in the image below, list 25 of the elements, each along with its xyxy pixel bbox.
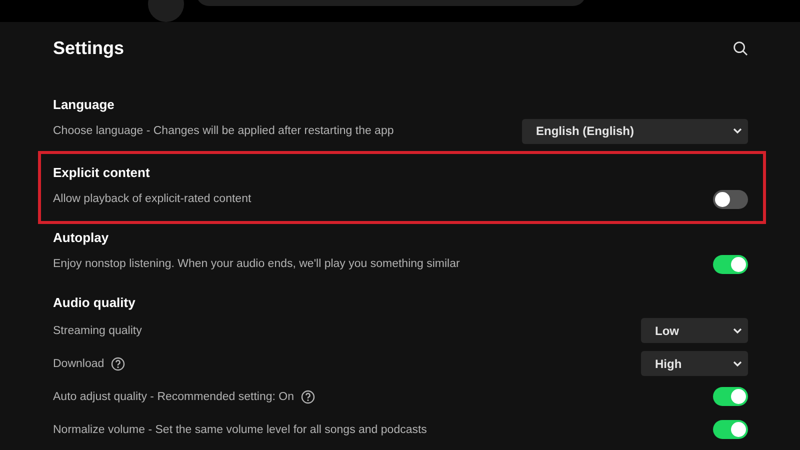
section-heading: Autoplay [53, 229, 110, 247]
page-title: Settings [53, 38, 124, 58]
setting-label: Enjoy nonstop listening. When your audio ends, we'll play you something similar [53, 258, 460, 270]
toggle-switch[interactable] [713, 254, 748, 274]
toggle-switch[interactable] [713, 190, 748, 208]
section-heading: Language [53, 96, 116, 114]
search-icon[interactable] [733, 40, 748, 56]
setting-label: Download [53, 358, 104, 370]
section-heading: Audio quality [53, 294, 136, 312]
toggle-switch[interactable] [713, 387, 748, 406]
section-heading: Explicit content [53, 164, 151, 182]
chevron-down-icon [733, 328, 742, 334]
help-icon[interactable] [301, 390, 315, 404]
chevron-down-icon [733, 128, 742, 134]
setting-label: Streaming quality [53, 324, 142, 336]
toggle-switch[interactable] [713, 420, 748, 439]
setting-label: Choose language - Changes will be applied after restarting the app [53, 125, 394, 137]
help-icon[interactable] [111, 356, 126, 370]
dropdown[interactable]: English (English) [522, 118, 748, 144]
setting-label: Normalize volume - Set the same volume level for all songs and podcasts [53, 424, 427, 436]
setting-label: Auto adjust quality - Recommended setting: On [53, 390, 294, 402]
dropdown[interactable]: High [641, 351, 748, 376]
chevron-down-icon [733, 360, 742, 366]
dropdown[interactable]: Low [641, 318, 748, 343]
setting-label: Allow playback of explicit-rated content [53, 193, 252, 205]
